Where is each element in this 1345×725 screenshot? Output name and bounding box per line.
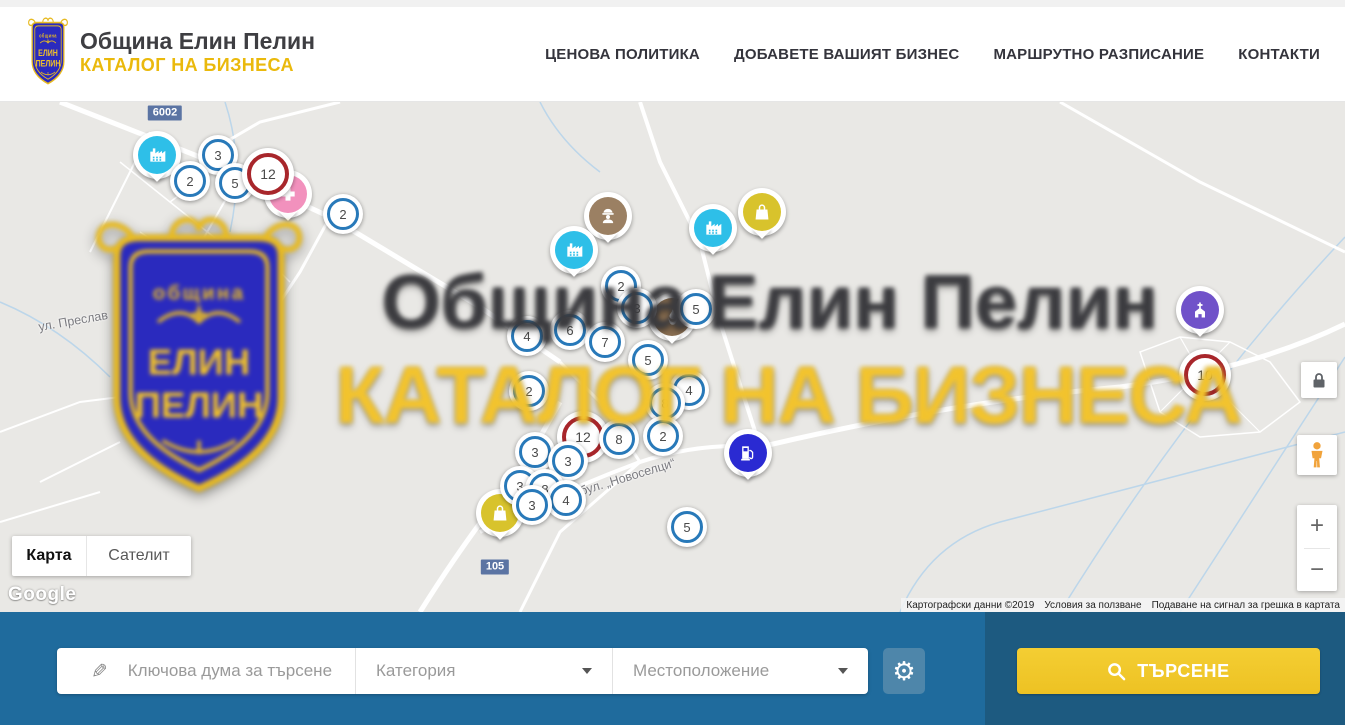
factory-pin-marker[interactable] (689, 204, 737, 252)
road-number-badge: 6002 (148, 106, 182, 121)
page-top-strip (0, 0, 1345, 7)
cluster-marker[interactable]: 2 (323, 194, 363, 234)
cluster-marker[interactable]: 4 (546, 480, 586, 520)
location-select[interactable]: Местоположение (612, 648, 868, 694)
nav-item-route-schedule[interactable]: МАРШРУТНО РАЗПИСАНИЕ (993, 46, 1204, 63)
site-logo[interactable]: Община Елин Пелин КАТАЛОГ НА БИЗНЕСА (26, 17, 315, 87)
cluster-marker[interactable]: 5 (667, 507, 707, 547)
page: община ЕЛИН ПЕЛИН Община Елин Пелин КАТА… (0, 0, 1345, 725)
search-submit-button[interactable]: ТЪРСЕНЕ (1017, 648, 1320, 694)
zoom-in-button[interactable]: + (1297, 505, 1337, 548)
cluster-count: 12 (247, 153, 289, 195)
keyword-field-wrap: ✎ (57, 648, 355, 694)
search-bar: ✎ Категория Местоположение ⚙ ТЪРСЕНЕ (0, 612, 1345, 725)
nav-item-pricing[interactable]: ЦЕНОВА ПОЛИТИКА (545, 46, 700, 63)
chevron-down-icon (838, 668, 848, 674)
advanced-search-button[interactable]: ⚙ (883, 648, 925, 694)
terms-of-use-link[interactable]: Условия за ползване (1039, 600, 1146, 611)
nav-item-contacts[interactable]: КОНТАКТИ (1238, 46, 1320, 63)
shopping-bag-pin-marker[interactable] (738, 188, 786, 236)
map-lock-button[interactable] (1301, 362, 1337, 398)
watermark-crest (85, 215, 313, 502)
cluster-marker[interactable]: 3 (512, 485, 552, 525)
report-map-error-link[interactable]: Подаване на сигнал за грешка в картата (1147, 600, 1345, 611)
google-map[interactable]: 325122235467524821283338435106002105ул. … (0, 102, 1345, 612)
chevron-down-icon (582, 668, 592, 674)
category-select-value: Категория (376, 661, 455, 681)
site-title: Община Елин Пелин (80, 28, 315, 54)
map-type-satellite-button[interactable]: Сателит (86, 536, 191, 576)
map-type-control: Карта Сателит (12, 536, 191, 576)
pegman-icon (1306, 441, 1328, 469)
shopping-bag-icon (743, 193, 781, 231)
cluster-count: 5 (671, 511, 703, 543)
road-number-badge: 105 (481, 560, 509, 575)
map-zoom-control: + − (1297, 505, 1337, 591)
factory-icon (138, 136, 176, 174)
site-header: Община Елин Пелин КАТАЛОГ НА БИЗНЕСА ЦЕН… (0, 7, 1345, 102)
cluster-count: 2 (327, 198, 359, 230)
map-type-map-button[interactable]: Карта (12, 536, 86, 576)
gear-icon: ⚙ (892, 656, 915, 687)
cluster-count: 2 (174, 165, 206, 197)
search-fields-group: ✎ Категория Местоположение (57, 648, 868, 694)
cluster-count: 4 (550, 484, 582, 516)
map-attribution: Картографски данни ©2019 Условия за полз… (901, 598, 1345, 612)
google-logo[interactable]: Google (8, 584, 76, 606)
lock-icon (1312, 372, 1326, 389)
cluster-marker[interactable]: 2 (170, 161, 210, 201)
cluster-count: 3 (516, 489, 548, 521)
site-logo-text: Община Елин Пелин КАТАЛОГ НА БИЗНЕСА (80, 28, 315, 75)
watermark-title: Община Елин Пелин (330, 265, 1210, 341)
main-nav: ЦЕНОВА ПОЛИТИКА ДОБАВЕТЕ ВАШИЯТ БИЗНЕС М… (545, 7, 1320, 102)
map-data-copyright: Картографски данни ©2019 (901, 600, 1039, 611)
search-icon (1107, 662, 1126, 681)
zoom-out-button[interactable]: − (1297, 549, 1337, 592)
street-view-pegman-button[interactable] (1297, 435, 1337, 475)
church-pin-marker[interactable] (1176, 286, 1224, 334)
watermark-subtitle: КАТАЛОГ НА БИЗНЕСА (335, 355, 1200, 437)
nav-item-add-business[interactable]: ДОБАВЕТЕ ВАШИЯТ БИЗНЕС (734, 46, 959, 63)
pencil-icon: ✎ (91, 659, 108, 684)
location-select-value: Местоположение (633, 661, 769, 681)
category-select[interactable]: Категория (355, 648, 612, 694)
keyword-search-input[interactable] (126, 660, 355, 682)
search-submit-label: ТЪРСЕНЕ (1137, 661, 1229, 682)
worker-icon (589, 197, 627, 235)
cluster-marker[interactable]: 12 (242, 148, 294, 200)
site-subtitle: КАТАЛОГ НА БИЗНЕСА (80, 55, 315, 76)
municipality-crest-icon (26, 17, 70, 87)
church-icon (1181, 291, 1219, 329)
factory-icon (694, 209, 732, 247)
